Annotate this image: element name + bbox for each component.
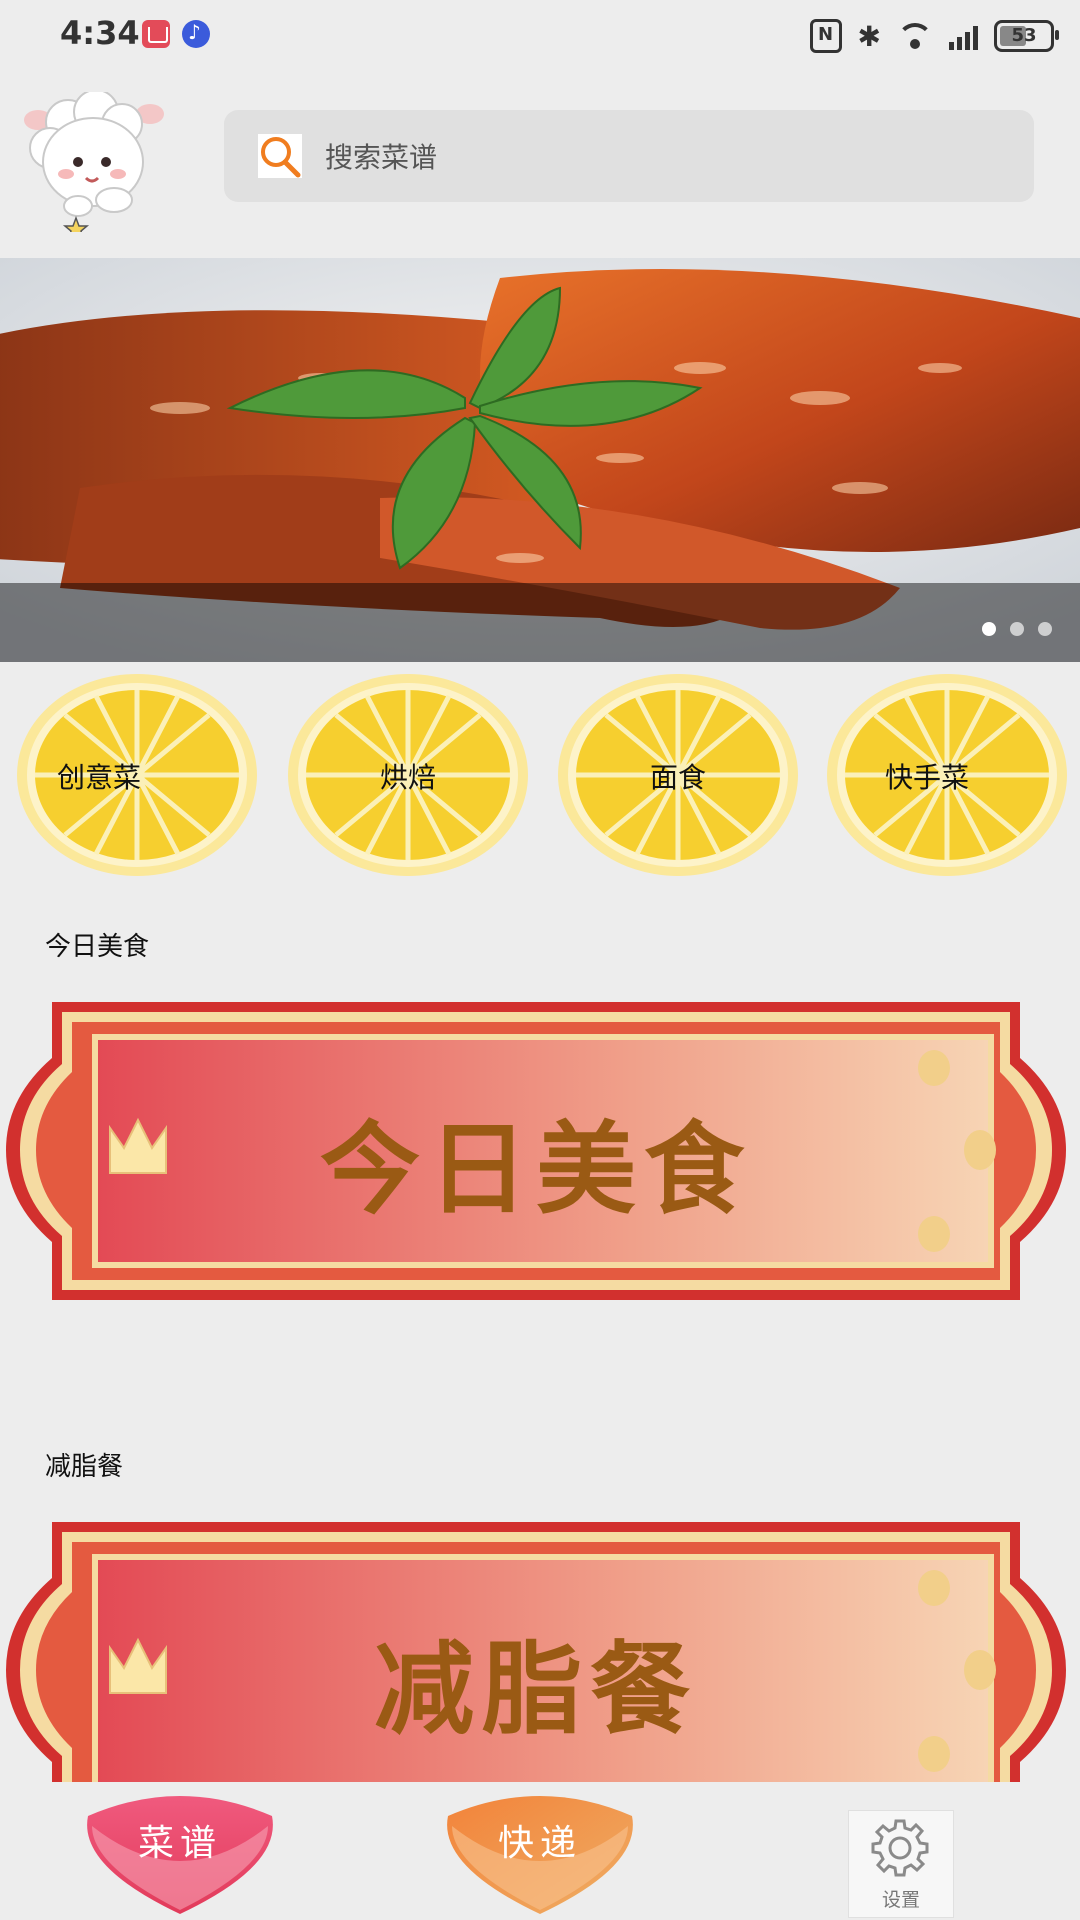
- bottom-navigation: 菜谱 快递 设置: [0, 1782, 1080, 1920]
- category-label: 烘焙: [379, 761, 436, 794]
- braised-chicken-wings-photo: [0, 258, 1080, 662]
- category-label: 快手菜: [884, 761, 969, 794]
- category-creative[interactable]: 创意菜: [16, 672, 258, 878]
- search-bar[interactable]: 搜索菜谱: [224, 110, 1034, 202]
- battery-level: 53: [1011, 25, 1037, 46]
- music-app-icon: [182, 20, 210, 48]
- nav-recipes-button[interactable]: 菜谱: [78, 1786, 282, 1916]
- bluetooth-icon: ✱: [857, 19, 881, 53]
- nav-delivery-label: 快递: [497, 1823, 582, 1864]
- carousel-dot-3[interactable]: [1038, 622, 1052, 636]
- section-title-today: 今日美食: [45, 932, 150, 962]
- search-icon: [258, 134, 302, 178]
- today-food-banner-text: 今日美食: [320, 1110, 752, 1228]
- status-bar: 4:34 N ✱ 53: [0, 0, 1080, 72]
- status-icons: N ✱ 53: [809, 16, 1059, 56]
- cell-signal-icon: [949, 22, 978, 50]
- carousel-dots: [982, 622, 1052, 636]
- food-banner-carousel[interactable]: [0, 258, 1080, 662]
- category-noodles[interactable]: 面食: [557, 672, 799, 878]
- category-quick-dishes[interactable]: 快手菜: [826, 672, 1068, 878]
- nav-recipes-label: 菜谱: [137, 1823, 222, 1864]
- wifi-icon: [897, 23, 933, 49]
- category-label: 面食: [649, 761, 706, 794]
- carousel-dot-2[interactable]: [1010, 622, 1024, 636]
- today-food-banner[interactable]: 今日美食: [6, 998, 1066, 1318]
- nfc-icon: N: [809, 19, 842, 53]
- battery-icon: 53: [994, 20, 1059, 52]
- status-time: 4:34: [60, 14, 140, 52]
- carousel-dot-1[interactable]: [982, 622, 996, 636]
- nav-settings-button[interactable]: 设置: [848, 1810, 954, 1918]
- section-title-diet: 减脂餐: [45, 1452, 124, 1482]
- diet-meal-banner-text: 减脂餐: [374, 1630, 698, 1748]
- category-label: 创意菜: [56, 761, 141, 794]
- gear-icon: [871, 1819, 929, 1877]
- nav-settings-label: 设置: [881, 1889, 920, 1911]
- category-baking[interactable]: 烘焙: [287, 672, 529, 878]
- nav-delivery-button[interactable]: 快递: [438, 1786, 642, 1916]
- search-placeholder: 搜索菜谱: [325, 141, 438, 174]
- reader-app-icon: [142, 20, 170, 48]
- sheep-mascot-avatar[interactable]: [18, 92, 168, 232]
- category-row: 创意菜 烘焙 面食 快手菜: [0, 672, 1080, 882]
